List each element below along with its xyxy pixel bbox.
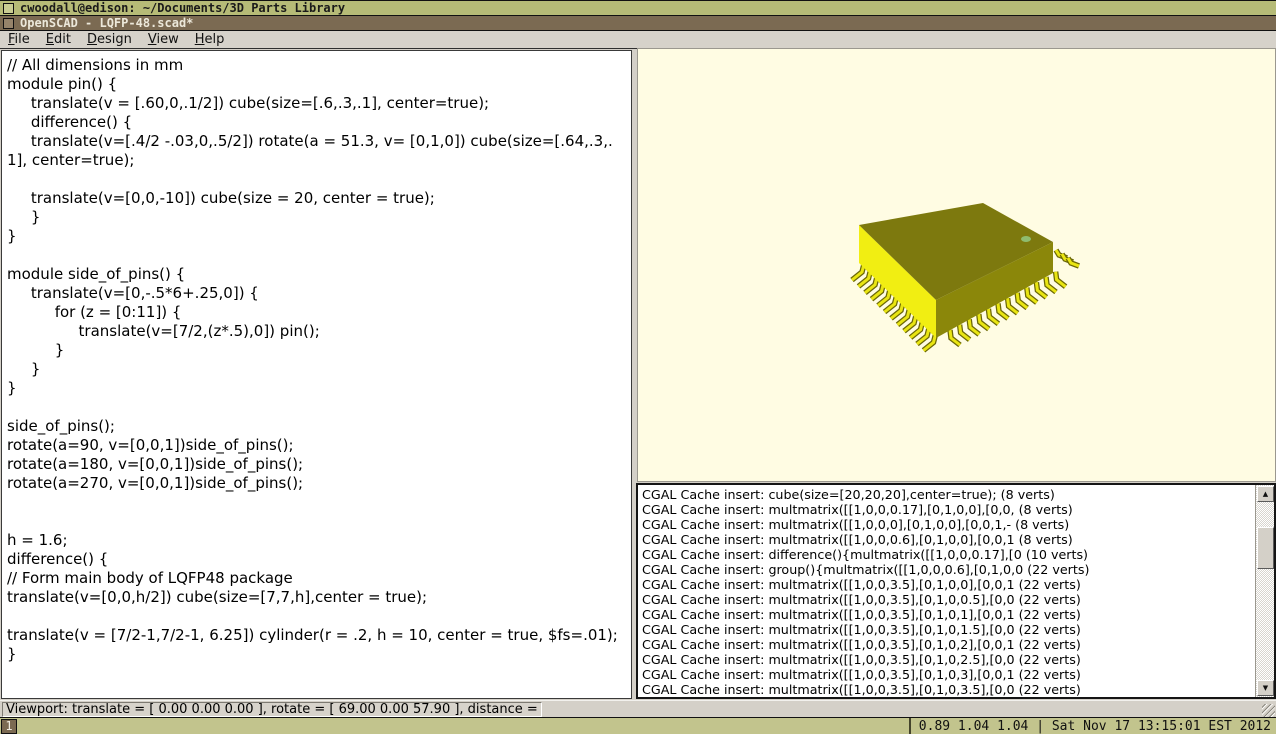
- status-bar: Viewport: translate = [ 0.00 0.00 0.00 ]…: [0, 700, 1276, 717]
- menu-edit[interactable]: Edit: [38, 31, 79, 48]
- console-scrollbar[interactable]: ▲ ▼: [1255, 485, 1274, 697]
- menu-design[interactable]: Design: [79, 31, 140, 48]
- openscad-title: OpenSCAD - LQFP-48.scad*: [20, 16, 193, 30]
- console-log[interactable]: CGAL Cache insert: cube(size=[20,20,20],…: [638, 485, 1255, 699]
- taskbar: 1 0.89 1.04 1.04 | Sat Nov 17 13:15:01 E…: [0, 717, 1276, 734]
- menu-file[interactable]: File: [0, 31, 38, 48]
- openscad-titlebar[interactable]: OpenSCAD - LQFP-48.scad*: [0, 16, 1276, 31]
- window-menu-icon[interactable]: [3, 18, 14, 29]
- menu-view[interactable]: View: [140, 31, 187, 48]
- terminal-title: cwoodall@edison: ~/Documents/3D Parts Li…: [20, 1, 345, 15]
- scroll-down-icon[interactable]: ▼: [1257, 680, 1274, 696]
- resize-grip-icon[interactable]: [1262, 704, 1275, 717]
- chip-3d-svg: [638, 49, 1275, 481]
- taskbar-clock: 0.89 1.04 1.04 | Sat Nov 17 13:15:01 EST…: [909, 718, 1276, 734]
- console-panel[interactable]: CGAL Cache insert: cube(size=[20,20,20],…: [636, 483, 1276, 699]
- code-editor[interactable]: // All dimensions in mmmodule pin() { tr…: [1, 50, 632, 699]
- window-menu-icon[interactable]: [3, 3, 14, 14]
- menu-help[interactable]: Help: [187, 31, 233, 48]
- workspace-indicator[interactable]: 1: [1, 719, 17, 734]
- menu-bar: File Edit Design View Help: [0, 31, 1276, 49]
- chip-pin1-marker: [1021, 236, 1031, 242]
- 3d-viewport[interactable]: [637, 48, 1276, 482]
- scroll-up-icon[interactable]: ▲: [1257, 486, 1274, 502]
- viewport-status: Viewport: translate = [ 0.00 0.00 0.00 ]…: [2, 702, 542, 717]
- terminal-titlebar[interactable]: cwoodall@edison: ~/Documents/3D Parts Li…: [0, 0, 1276, 16]
- scrollbar-thumb[interactable]: [1257, 527, 1274, 569]
